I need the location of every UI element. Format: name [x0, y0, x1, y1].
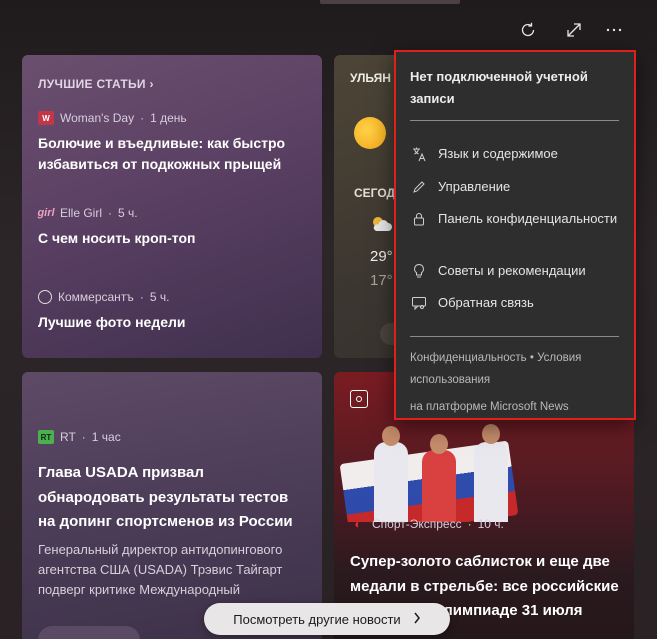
rt-logo-icon: RT — [38, 430, 54, 444]
womans-day-logo-icon: W — [38, 111, 54, 125]
expand-icon[interactable] — [560, 16, 588, 44]
chevron-right-icon — [413, 612, 421, 627]
language-icon — [410, 144, 428, 164]
top-stories-card: ЛУЧШИЕ СТАТЬИ › W Woman's Day · 1 день Б… — [22, 55, 322, 358]
feedback-icon — [410, 293, 428, 313]
account-status: Нет подключенной учетной записи — [410, 69, 588, 106]
top-stories-title[interactable]: ЛУЧШИЕ СТАТЬИ › — [38, 77, 154, 91]
story-source-line: girl Elle Girl · 5 ч. — [37, 206, 308, 220]
athlete-head — [382, 426, 400, 446]
athlete-head — [430, 434, 448, 454]
menu-item-language[interactable]: Язык и содержимое — [410, 144, 625, 164]
refresh-icon[interactable] — [514, 16, 542, 44]
lock-icon — [410, 209, 428, 229]
see-more-news-label: Посмотреть другие новости — [233, 611, 401, 627]
athlete-figure — [474, 442, 508, 522]
faded-header-text — [320, 0, 460, 4]
kommersant-logo-icon — [38, 290, 52, 304]
menu-item-manage[interactable]: Управление — [410, 177, 625, 197]
menu-item-feedback[interactable]: Обратная связь — [410, 293, 625, 313]
legal-links: Конфиденциальность • Условия использован… — [410, 347, 625, 391]
gallery-icon — [350, 390, 368, 408]
story-age: 5 ч. — [149, 290, 170, 304]
privacy-link[interactable]: Конфиденциальность — [410, 352, 527, 364]
dot-separator: · — [139, 290, 144, 304]
reaction-pill[interactable] — [38, 626, 140, 639]
rt-news-card[interactable]: RT RT · 1 час Глава USADA призвал обнаро… — [22, 372, 322, 639]
elle-girl-logo-icon: girl — [37, 207, 55, 219]
weather-city: УЛЬЯН — [350, 71, 391, 85]
dot-separator: · — [108, 206, 113, 220]
partly-cloudy-icon — [370, 215, 392, 238]
news-widgets-panel: ЛУЧШИЕ СТАТЬИ › W Woman's Day · 1 день Б… — [0, 0, 657, 639]
story-age: 1 день — [150, 111, 187, 125]
sport-express-logo-icon: ◐ — [354, 517, 362, 531]
story-item[interactable]: W Woman's Day · 1 день Болючие и въедлив… — [38, 111, 308, 175]
weather-today-label: СЕГОД — [354, 186, 396, 200]
pencil-icon — [410, 177, 428, 197]
sun-icon — [354, 117, 386, 149]
dot-separator: · — [140, 111, 145, 125]
see-more-news-button[interactable]: Посмотреть другие новости — [204, 603, 450, 635]
athlete-head — [482, 424, 500, 444]
story-source-line: W Woman's Day · 1 день — [38, 111, 308, 125]
menu-item-label: Панель конфиденциальности — [438, 211, 618, 226]
story-item[interactable]: girl Elle Girl · 5 ч. С чем носить кроп-… — [37, 206, 308, 249]
powered-by-text[interactable]: на платформе Microsoft News — [410, 396, 625, 418]
more-icon[interactable] — [600, 16, 628, 44]
settings-menu: Нет подключенной учетной записи Язык и с… — [394, 50, 636, 420]
top-bar — [0, 0, 657, 50]
story-age: 10 ч. — [477, 517, 504, 531]
chevron-right-icon: › — [149, 77, 154, 91]
menu-item-label: Советы и рекомендации — [438, 263, 586, 278]
dot-separator: · — [467, 517, 472, 531]
story-source-line: Коммерсантъ · 5 ч. — [38, 290, 308, 304]
story-headline: Лучшие фото недели — [38, 314, 186, 330]
story-age: 1 час — [91, 430, 121, 444]
menu-divider — [410, 336, 619, 337]
story-headline: Глава USADA призвал обнародовать результ… — [38, 464, 293, 530]
link-separator: • — [529, 352, 534, 364]
story-source: RT — [60, 430, 76, 444]
weather-high: 29° — [370, 248, 393, 265]
athlete-figure — [374, 442, 408, 522]
menu-item-label: Управление — [438, 179, 511, 194]
story-description: Генеральный директор антидопингового аге… — [38, 542, 283, 597]
story-source: Woman's Day — [60, 111, 135, 125]
story-source: Elle Girl — [60, 206, 103, 220]
menu-item-label: Язык и содержимое — [438, 146, 558, 161]
story-source: Коммерсантъ — [58, 290, 134, 304]
weather-low: 17° — [370, 272, 393, 289]
dot-separator: · — [81, 430, 86, 444]
story-age: 5 ч. — [118, 206, 138, 220]
menu-item-tips[interactable]: Советы и рекомендации — [410, 261, 625, 281]
athlete-figure — [422, 450, 456, 522]
story-headline: С чем носить кроп-топ — [38, 230, 196, 246]
story-source-line: RT RT · 1 час — [38, 430, 121, 444]
story-item[interactable]: Коммерсантъ · 5 ч. Лучшие фото недели — [38, 290, 308, 333]
story-source: Спорт-Экспресс — [372, 517, 462, 531]
lightbulb-icon — [410, 261, 428, 281]
menu-divider — [410, 120, 619, 121]
story-source-line: ◐ Спорт-Экспресс · 10 ч. — [350, 517, 504, 531]
menu-item-privacy-dashboard[interactable]: Панель конфиденциальности — [410, 209, 625, 229]
menu-item-label: Обратная связь — [438, 295, 534, 310]
story-headline: Болючие и въедливые: как быстро избавить… — [38, 135, 286, 172]
